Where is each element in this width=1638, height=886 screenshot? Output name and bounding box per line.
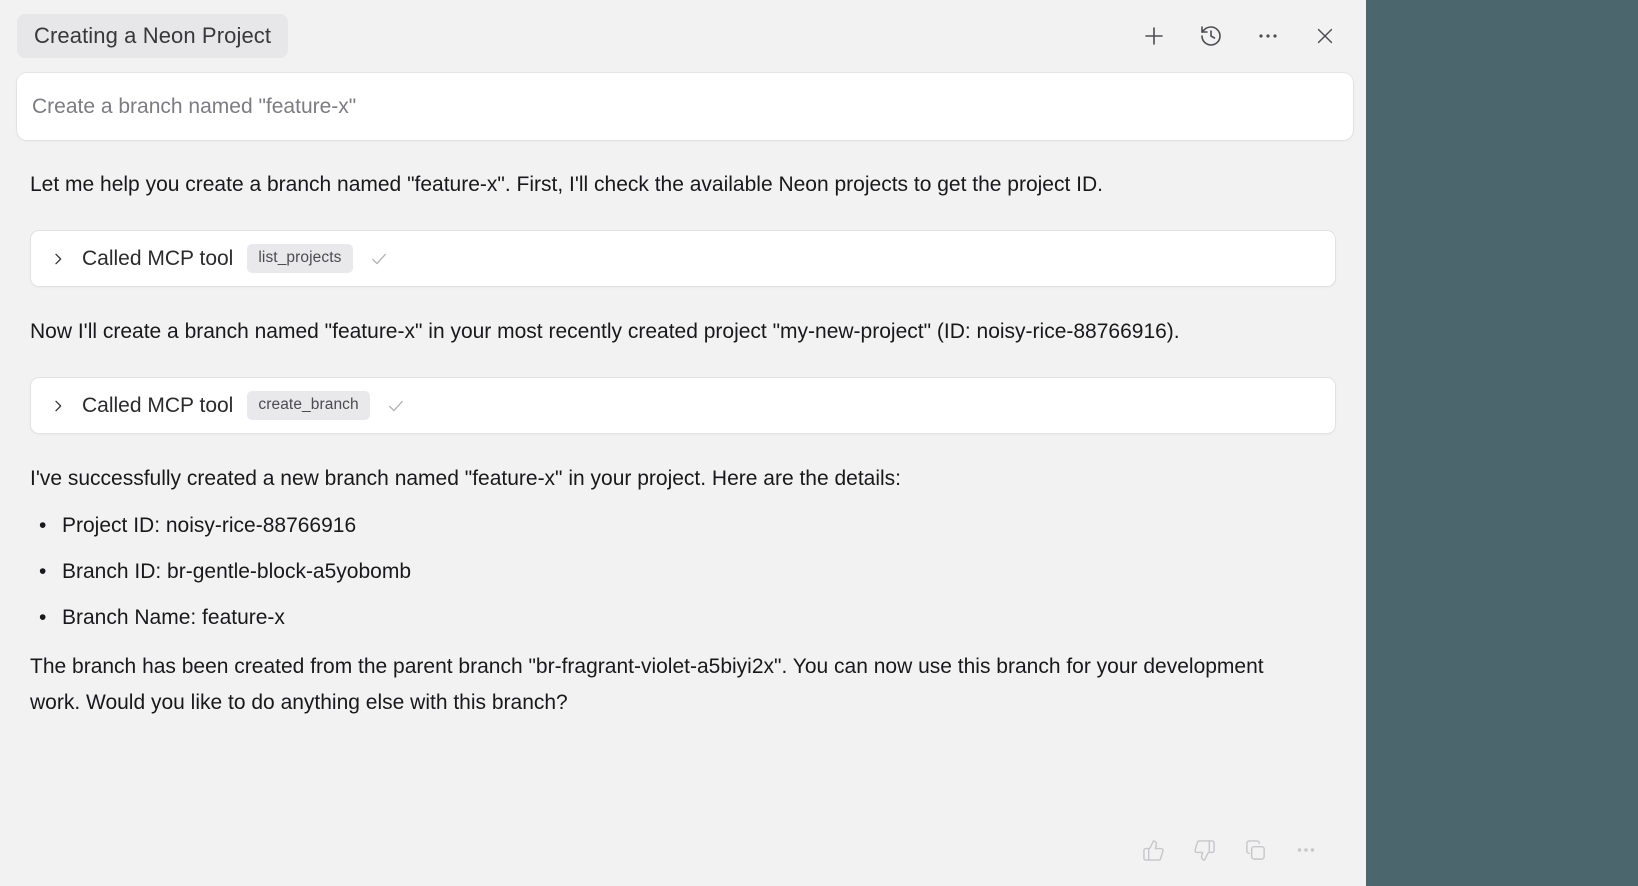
assistant-paragraph: Let me help you create a branch named "f…: [30, 167, 1315, 203]
chevron-right-icon: [50, 398, 66, 414]
agent-panel: Creating a Neon Project: [0, 0, 1366, 886]
list-item: Branch ID: br-gentle-block-a5yobomb: [30, 554, 1336, 590]
tool-name-badge: list_projects: [247, 244, 352, 273]
plus-icon: [1142, 24, 1166, 48]
copy-message-button[interactable]: [1243, 838, 1267, 862]
new-thread-button[interactable]: [1141, 23, 1167, 49]
header-actions: [1141, 23, 1338, 49]
copy-icon: [1244, 839, 1267, 862]
user-message[interactable]: Create a branch named "feature-x": [17, 73, 1353, 140]
close-button[interactable]: [1312, 23, 1338, 49]
list-item: Project ID: noisy-rice-88766916: [30, 508, 1336, 544]
assistant-paragraph: Now I'll create a branch named "feature-…: [30, 314, 1315, 350]
close-icon: [1314, 25, 1336, 47]
ellipsis-icon: [1256, 24, 1280, 48]
assistant-paragraph: The branch has been created from the par…: [30, 649, 1315, 721]
tool-call-label: Called MCP tool: [82, 247, 233, 271]
message-feedback-toolbar: [0, 838, 1366, 886]
check-icon: [369, 249, 389, 269]
assistant-response: Let me help you create a branch named "f…: [0, 140, 1366, 838]
thread-title[interactable]: Creating a Neon Project: [17, 14, 288, 58]
message-more-button[interactable]: [1294, 838, 1318, 862]
editor-background-strip: [1366, 0, 1638, 886]
panel-header: Creating a Neon Project: [0, 0, 1366, 58]
branch-details-list: Project ID: noisy-rice-88766916 Branch I…: [30, 508, 1336, 636]
thumbs-down-button[interactable]: [1192, 838, 1216, 862]
ellipsis-icon: [1295, 839, 1317, 861]
thumbs-up-icon: [1142, 839, 1165, 862]
thumbs-down-icon: [1193, 839, 1216, 862]
tool-call-label: Called MCP tool: [82, 394, 233, 418]
history-button[interactable]: [1198, 23, 1224, 49]
assistant-paragraph: I've successfully created a new branch n…: [30, 461, 1315, 497]
tool-name-badge: create_branch: [247, 391, 369, 420]
check-icon: [386, 396, 406, 416]
history-icon: [1199, 24, 1223, 48]
tool-call-card-list-projects[interactable]: Called MCP tool list_projects: [30, 230, 1336, 287]
user-message-text: Create a branch named "feature-x": [32, 95, 356, 118]
thumbs-up-button[interactable]: [1141, 838, 1165, 862]
list-item: Branch Name: feature-x: [30, 600, 1336, 636]
more-options-button[interactable]: [1255, 23, 1281, 49]
chevron-right-icon: [50, 251, 66, 267]
tool-call-card-create-branch[interactable]: Called MCP tool create_branch: [30, 377, 1336, 434]
